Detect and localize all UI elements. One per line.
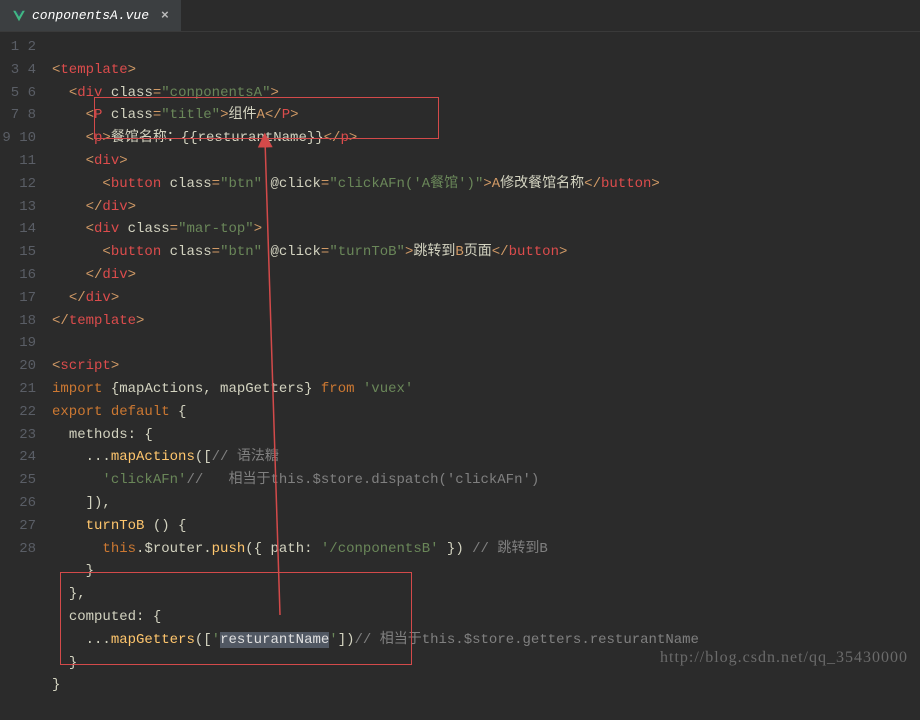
code-editor[interactable]: 1 2 3 4 5 6 7 8 9 10 11 12 13 14 15 16 1… <box>0 32 920 720</box>
watermark: http://blog.csdn.net/qq_35430000 <box>660 649 908 667</box>
vue-icon <box>12 9 26 23</box>
tab-bar: conponentsA.vue × <box>0 0 920 32</box>
close-icon[interactable]: × <box>161 8 169 23</box>
tab-filename: conponentsA.vue <box>32 8 149 23</box>
editor-tab[interactable]: conponentsA.vue × <box>0 0 181 31</box>
code-content: <template> <div class="conponentsA"> <P … <box>52 36 920 720</box>
line-gutter: 1 2 3 4 5 6 7 8 9 10 11 12 13 14 15 16 1… <box>0 36 52 720</box>
